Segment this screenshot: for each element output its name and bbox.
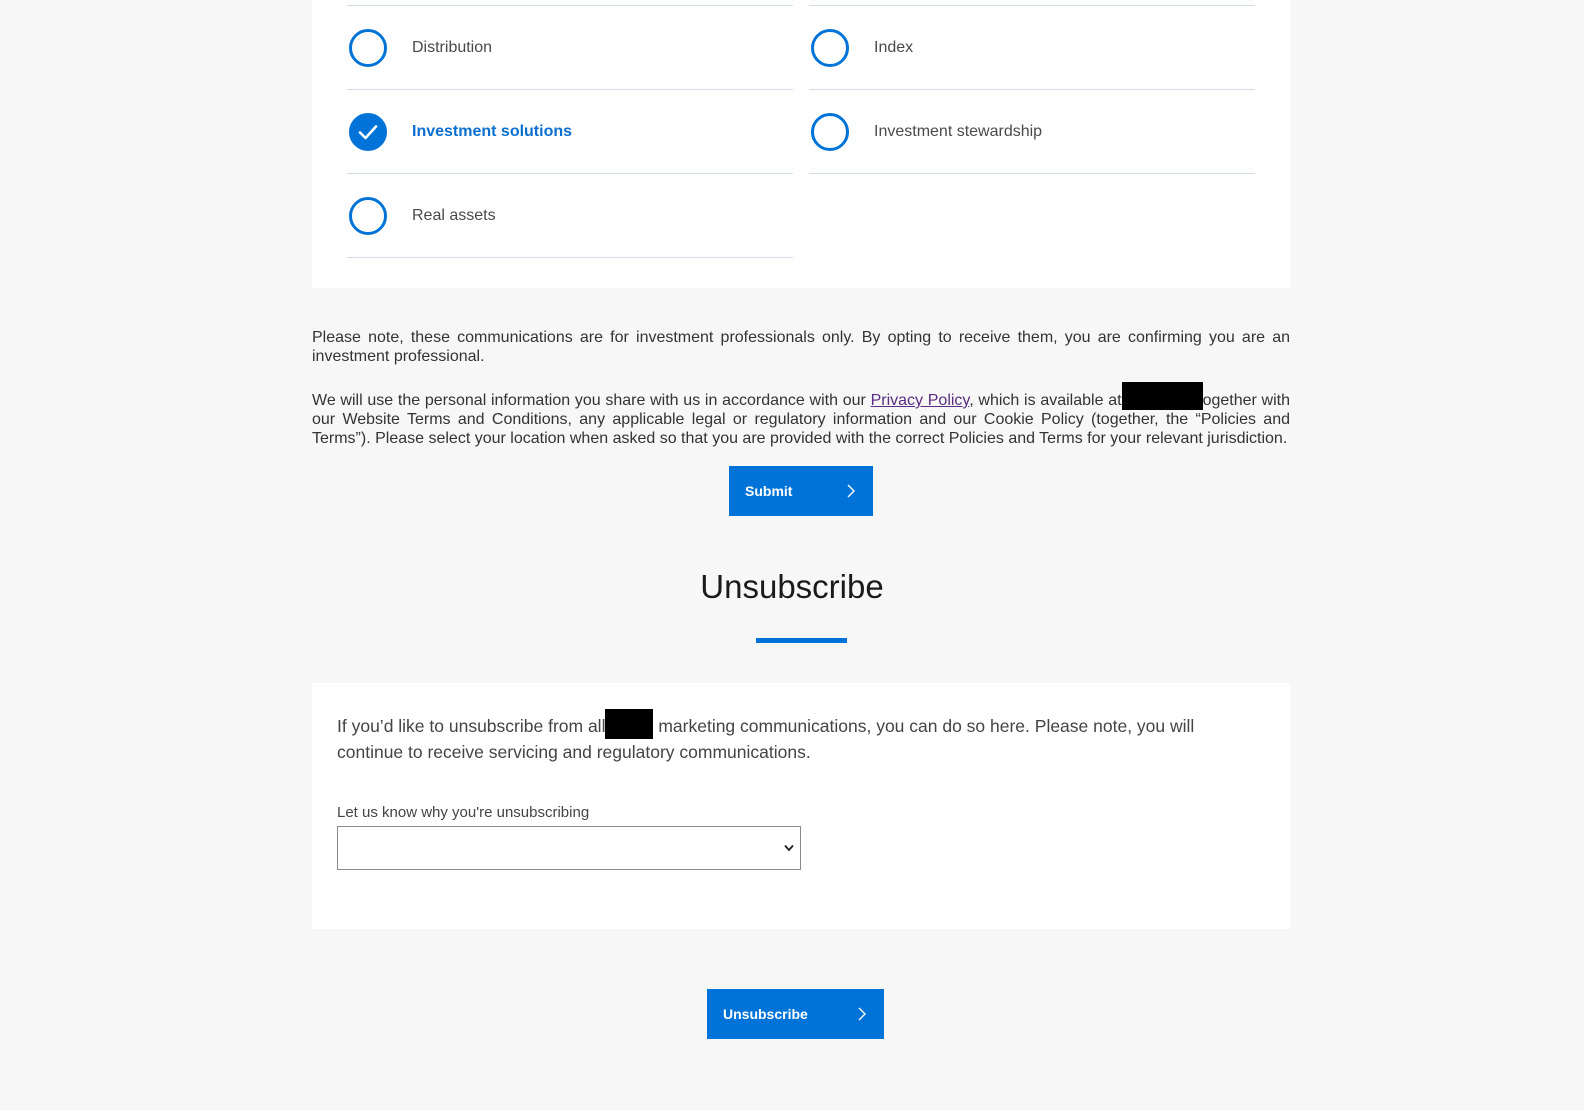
privacy-notice: We will use the personal information you…	[312, 382, 1290, 448]
topic-label: Real assets	[412, 206, 496, 224]
submit-button[interactable]: Submit	[729, 466, 873, 516]
unsubscribe-description: If you’d like to unsubscribe from all ma…	[337, 709, 1237, 765]
radio-checked-icon[interactable]	[349, 112, 387, 151]
topic-investment-solutions[interactable]: Investment solutions	[347, 90, 793, 174]
unsubscribe-card: If you’d like to unsubscribe from all ma…	[312, 683, 1290, 929]
topic-label: Investment stewardship	[874, 122, 1043, 140]
radio-unchecked-icon[interactable]	[811, 28, 849, 67]
radio-unchecked-icon[interactable]	[349, 196, 387, 235]
chevron-down-icon	[784, 844, 794, 852]
unsubscribe-title: Unsubscribe	[700, 568, 884, 605]
topics-column-right: Index Investment stewardship	[809, 5, 1255, 174]
checkmark-icon	[358, 124, 378, 139]
privacy-text-middle: , which is available at	[969, 392, 1122, 409]
legal-notice: Please note, these communications are fo…	[312, 328, 1290, 464]
topic-index[interactable]: Index	[809, 6, 1255, 90]
topic-label: Distribution	[412, 38, 493, 56]
reason-label: Let us know why you're unsubscribing	[337, 804, 590, 821]
redacted-url	[1121, 382, 1203, 410]
chevron-right-icon	[847, 484, 855, 498]
privacy-policy-link[interactable]: Privacy Policy	[871, 392, 970, 409]
title-underline	[756, 638, 847, 643]
unsubscribe-button[interactable]: Unsubscribe	[707, 989, 884, 1039]
topics-card: Distribution Investment solutions Real a…	[312, 0, 1290, 288]
reason-select[interactable]	[337, 826, 801, 870]
unsubscribe-label: Unsubscribe	[723, 1006, 808, 1022]
topics-column-left: Distribution Investment solutions Real a…	[347, 5, 793, 258]
submit-label: Submit	[745, 483, 793, 499]
topic-label: Investment solutions	[412, 122, 573, 140]
privacy-text-start: We will use the personal information you…	[312, 392, 871, 409]
topic-investment-stewardship[interactable]: Investment stewardship	[809, 90, 1255, 174]
topic-real-assets[interactable]: Real assets	[347, 174, 793, 258]
chevron-right-icon	[858, 1007, 866, 1021]
topic-distribution[interactable]: Distribution	[347, 6, 793, 90]
radio-unchecked-icon[interactable]	[811, 112, 849, 151]
topic-label: Index	[874, 38, 914, 56]
unsubscribe-text-start: If you’d like to unsubscribe from all	[337, 716, 606, 736]
redacted-company-name	[605, 709, 654, 739]
professionals-notice: Please note, these communications are fo…	[312, 329, 1290, 365]
radio-unchecked-icon[interactable]	[349, 28, 387, 67]
